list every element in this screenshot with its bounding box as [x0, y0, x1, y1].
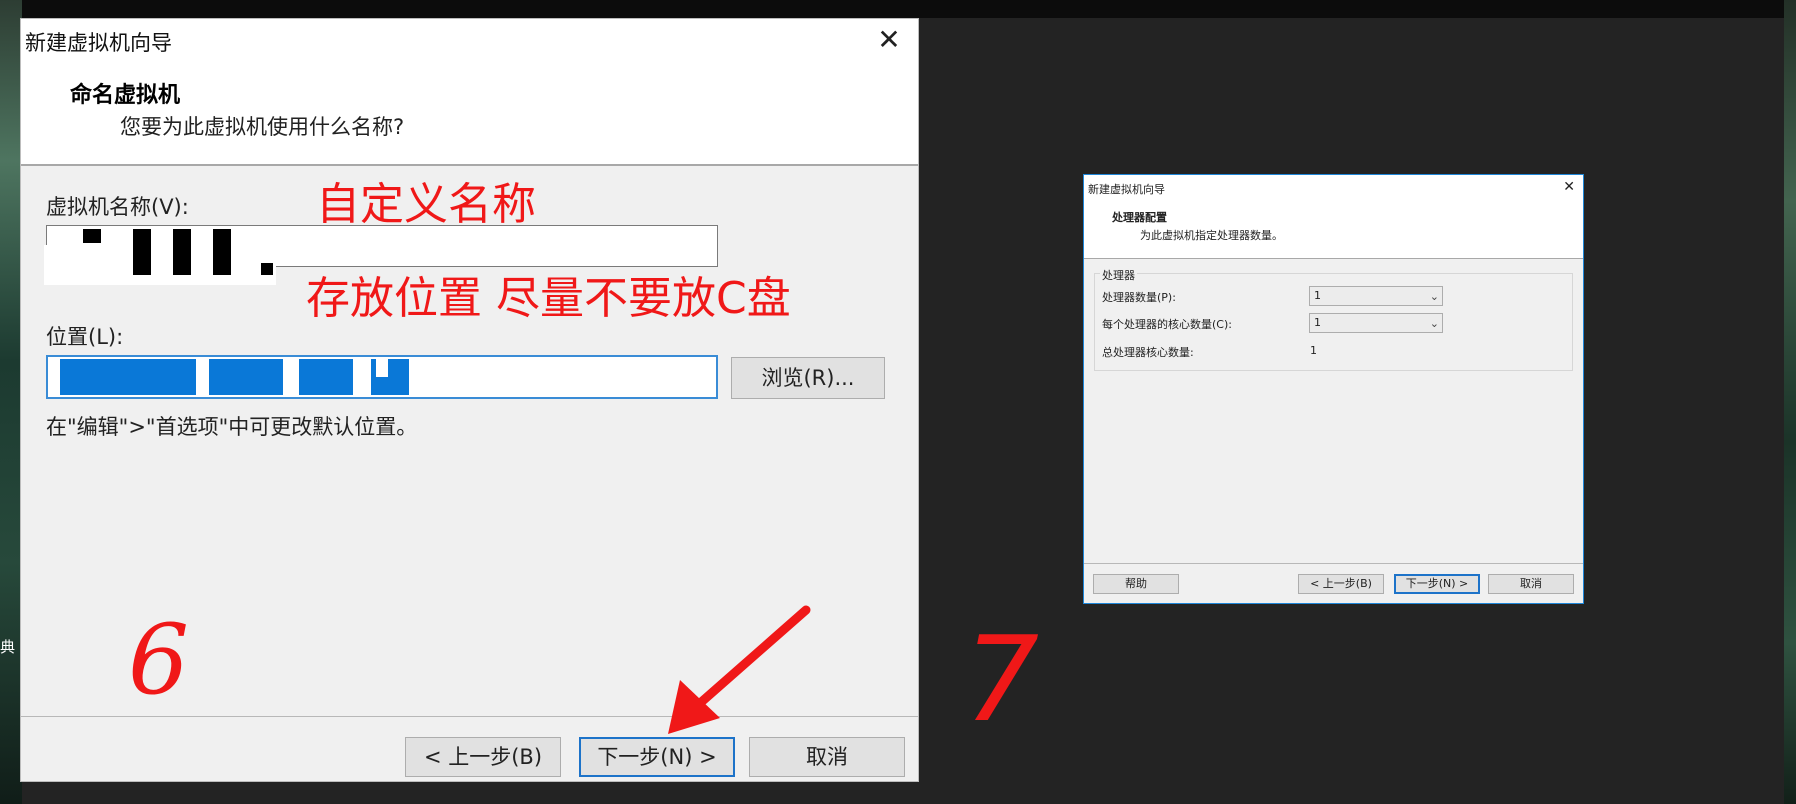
annotation-step-7: 7: [964, 610, 1040, 748]
annotation-arrow-icon: [668, 605, 811, 734]
redaction-block: [261, 263, 273, 275]
total-cores-label: 总处理器核心数量:: [1102, 346, 1194, 359]
cores-per-processor-select[interactable]: 1 ⌄: [1309, 313, 1443, 333]
desktop-wallpaper-left: [0, 0, 22, 804]
next-button[interactable]: 下一步(N) >: [1394, 574, 1480, 594]
redaction-block: [299, 359, 353, 395]
chevron-down-icon: ⌄: [1429, 317, 1439, 330]
location-label: 位置(L):: [46, 325, 124, 349]
back-button[interactable]: < 上一步(B): [405, 737, 561, 777]
redaction-gap: [376, 359, 388, 377]
processor-count-label: 处理器数量(P):: [1102, 291, 1176, 304]
redaction-block: [213, 229, 231, 275]
vm-name-label: 虚拟机名称(V):: [46, 195, 189, 219]
dialog-header: 新建虚拟机向导 ✕ 处理器配置 为此虚拟机指定处理器数量。: [1084, 175, 1583, 259]
dialog-title: 新建虚拟机向导: [1088, 183, 1165, 196]
redaction-block: [209, 359, 283, 395]
desktop-wallpaper-right: [1784, 0, 1796, 804]
desktop-side-text: 典: [0, 638, 16, 656]
processor-group-label: 处理器: [1100, 267, 1137, 283]
browse-button[interactable]: 浏览(R)...: [731, 357, 885, 399]
processor-count-value: 1: [1314, 289, 1321, 302]
cores-per-processor-label: 每个处理器的核心数量(C):: [1102, 318, 1232, 331]
cores-per-processor-value: 1: [1314, 316, 1321, 329]
redaction-block: [60, 359, 196, 395]
location-hint: 在"编辑">"首选项"中可更改默认位置。: [46, 415, 418, 439]
redaction-mask: [44, 245, 276, 285]
dialog-title: 新建虚拟机向导: [25, 31, 172, 55]
page-heading: 命名虚拟机: [70, 83, 181, 108]
chevron-down-icon: ⌄: [1429, 290, 1439, 303]
back-button[interactable]: < 上一步(B): [1298, 574, 1384, 594]
annotation-step-6: 6: [128, 604, 190, 716]
desktop-top-strip: [22, 0, 1784, 18]
help-button[interactable]: 帮助: [1093, 574, 1179, 594]
close-icon[interactable]: ✕: [872, 23, 906, 57]
dialog-header: 新建虚拟机向导 ✕ 命名虚拟机 您要为此虚拟机使用什么名称?: [21, 19, 918, 166]
page-heading: 处理器配置: [1112, 211, 1167, 224]
page-subheading: 为此虚拟机指定处理器数量。: [1140, 229, 1283, 242]
redaction-block: [133, 229, 151, 275]
footer-divider: [1084, 563, 1583, 564]
annotation-location-note: 存放位置 尽量不要放C盘: [306, 273, 791, 324]
annotation-name-note: 自定义名称: [316, 179, 536, 230]
total-cores-value: 1: [1310, 344, 1317, 357]
new-vm-wizard-processor-dialog: 新建虚拟机向导 ✕ 处理器配置 为此虚拟机指定处理器数量。 处理器 处理器数量(…: [1083, 174, 1584, 604]
page-subheading: 您要为此虚拟机使用什么名称?: [120, 115, 405, 139]
close-icon[interactable]: ✕: [1563, 179, 1575, 195]
redaction-block: [173, 229, 191, 275]
processor-count-select[interactable]: 1 ⌄: [1309, 286, 1443, 306]
redaction-block: [83, 229, 101, 243]
cancel-button[interactable]: 取消: [1488, 574, 1574, 594]
